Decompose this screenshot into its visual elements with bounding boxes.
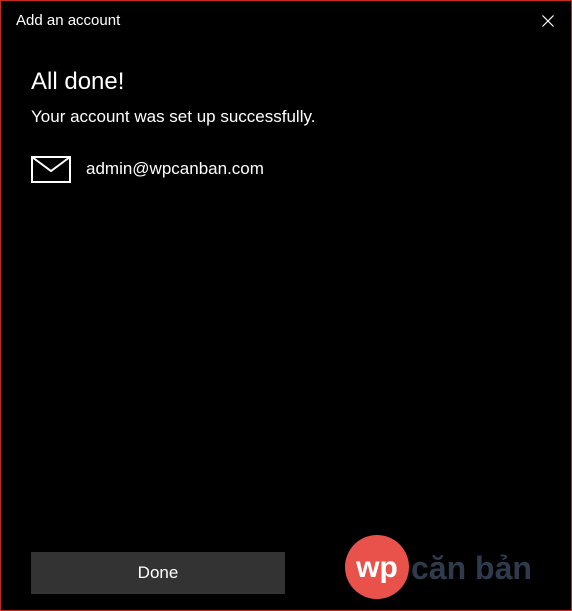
account-email: admin@wpcanban.com [86, 159, 264, 178]
mail-icon [31, 155, 71, 183]
success-message: Your account was set up successfully. [31, 107, 316, 126]
page-heading: All done! [31, 68, 125, 95]
close-icon [542, 15, 554, 27]
close-button[interactable] [525, 1, 571, 41]
done-button[interactable]: Done [31, 552, 285, 594]
wpcanban-logo: wp căn bản [345, 535, 532, 599]
logo-suffix: căn bản [411, 550, 532, 586]
add-account-dialog: Add an account All done! Your account wa… [0, 0, 572, 611]
logo-prefix: wp [355, 551, 398, 584]
window-title: Add an account [16, 12, 121, 29]
title-bar: Add an account [1, 1, 571, 41]
account-entry: admin@wpcanban.com [31, 155, 264, 183]
